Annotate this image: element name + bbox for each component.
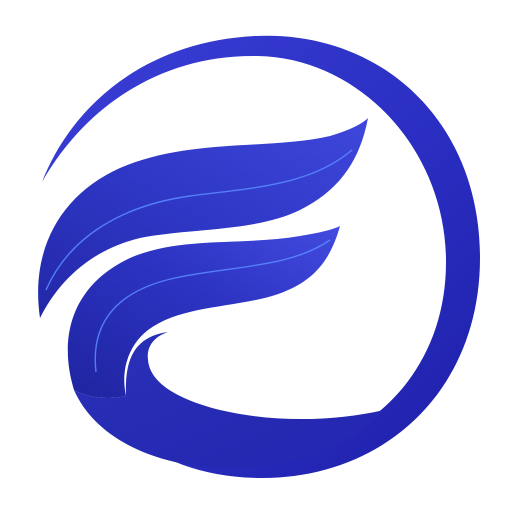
logo-canvas (0, 0, 512, 512)
stylized-letter-e-logo-icon (38, 35, 480, 479)
middle-swoosh-shape (67, 226, 340, 398)
